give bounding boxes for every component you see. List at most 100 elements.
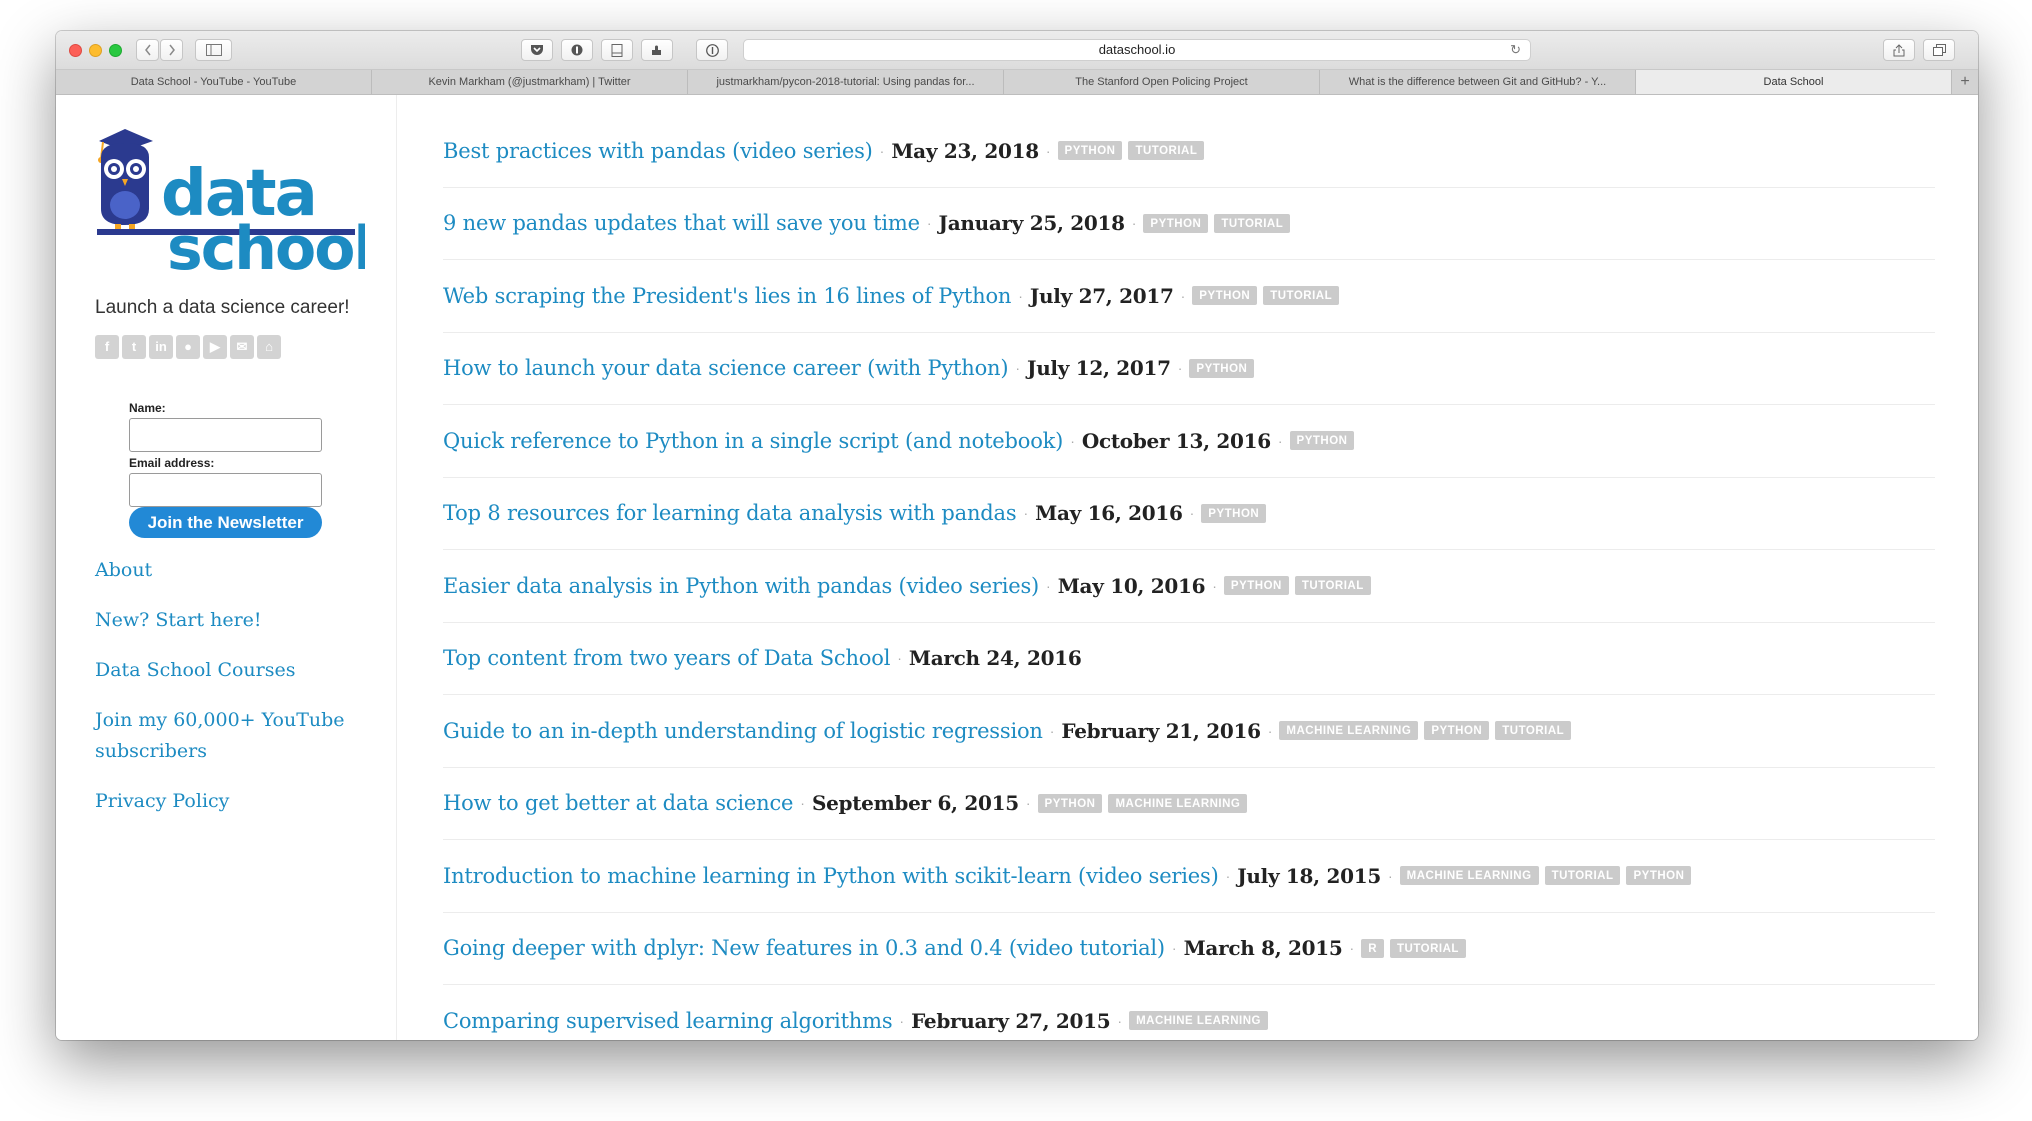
nav-youtube[interactable]: Join my 60,000+ YouTube subscribers — [95, 705, 355, 767]
tab-github[interactable]: justmarkham/pycon-2018-tutorial: Using p… — [688, 70, 1004, 94]
tag-badge[interactable]: PYTHON — [1289, 431, 1355, 451]
owl-logo-icon: data school — [97, 129, 374, 284]
nav-start-here[interactable]: New? Start here! — [95, 605, 355, 636]
post-title-link[interactable]: How to get better at data science — [443, 791, 793, 815]
tag-badge[interactable]: PYTHON — [1057, 141, 1123, 161]
extension-button-2[interactable] — [601, 39, 633, 61]
zoom-window-button[interactable] — [109, 44, 122, 57]
sidebar: data school Launch a data science career… — [56, 95, 397, 1040]
separator-dot: · — [1070, 432, 1075, 449]
post-date: July 27, 2017 — [1029, 283, 1174, 308]
tag-badge[interactable]: TUTORIAL — [1544, 866, 1621, 886]
email-icon[interactable]: ✉ — [230, 335, 254, 359]
rss-icon[interactable]: ⌂ — [257, 335, 281, 359]
facebook-icon[interactable]: f — [95, 335, 119, 359]
post-date: October 13, 2016 — [1081, 428, 1271, 453]
separator-dot: · — [899, 1012, 905, 1029]
data-school-logo[interactable]: data school — [95, 129, 374, 284]
tag-badge[interactable]: TUTORIAL — [1128, 141, 1205, 161]
tag-badge[interactable]: MACHINE LEARNING — [1279, 721, 1419, 741]
post-title-link[interactable]: Introduction to machine learning in Pyth… — [443, 864, 1219, 888]
twitter-icon[interactable]: t — [122, 335, 146, 359]
tag-badge[interactable]: MACHINE LEARNING — [1399, 866, 1539, 886]
name-input[interactable] — [129, 418, 322, 452]
pocket-icon — [531, 45, 543, 55]
extension-circle-icon — [571, 44, 583, 56]
new-tab-button[interactable]: + — [1952, 70, 1978, 94]
tabs-overview-button[interactable] — [1923, 39, 1955, 61]
post-date: May 10, 2016 — [1057, 573, 1206, 598]
logo-text-school: school — [167, 214, 365, 274]
post-tags: MACHINE LEARNING — [1129, 1011, 1268, 1031]
post-title-link[interactable]: Top content from two years of Data Schoo… — [443, 646, 890, 670]
extension-button-3[interactable] — [641, 39, 673, 61]
tag-badge[interactable]: PYTHON — [1201, 503, 1267, 523]
github-icon[interactable]: ● — [176, 335, 200, 359]
tag-badge[interactable]: PYTHON — [1626, 866, 1692, 886]
post-title-link[interactable]: Web scraping the President's lies in 16 … — [443, 284, 1011, 308]
separator-dot: · — [1225, 867, 1231, 884]
post-row: How to launch your data science career (… — [443, 333, 1935, 405]
separator-dot: · — [879, 142, 885, 159]
extension-button-1[interactable] — [561, 39, 593, 61]
post-title-link[interactable]: Quick reference to Python in a single sc… — [443, 429, 1063, 453]
post-title-link[interactable]: 9 new pandas updates that will save you … — [443, 211, 920, 235]
tag-badge[interactable]: MACHINE LEARNING — [1108, 793, 1248, 813]
separator-dot: · — [1049, 722, 1055, 739]
post-tags: PYTHON MACHINE LEARNING — [1037, 793, 1248, 813]
document-icon — [611, 44, 623, 57]
tag-badge[interactable]: PYTHON — [1223, 576, 1289, 596]
post-title-link[interactable]: Top 8 resources for learning data analys… — [443, 501, 1017, 525]
tag-badge[interactable]: TUTORIAL — [1214, 213, 1291, 233]
post-title-link[interactable]: Going deeper with dplyr: New features in… — [443, 936, 1165, 960]
back-button[interactable] — [136, 39, 159, 61]
post-row: Best practices with pandas (video series… — [443, 115, 1935, 188]
info-button[interactable] — [696, 39, 728, 61]
tab-data-school[interactable]: Data School — [1636, 70, 1952, 94]
sidebar-toggle-button[interactable] — [195, 39, 232, 61]
tab-youtube[interactable]: Data School - YouTube - YouTube — [56, 70, 372, 94]
nav-about[interactable]: About — [95, 555, 355, 586]
youtube-icon[interactable]: ▶ — [203, 335, 227, 359]
post-title-link[interactable]: Best practices with pandas (video series… — [443, 139, 873, 163]
separator-dot: · — [1025, 795, 1031, 812]
name-label: Name: — [129, 401, 166, 415]
tag-badge[interactable]: PYTHON — [1189, 358, 1255, 378]
nav-privacy-policy[interactable]: Privacy Policy — [95, 786, 355, 817]
post-tags: MACHINE LEARNING PYTHON TUTORIAL — [1279, 721, 1572, 741]
tag-badge[interactable]: PYTHON — [1037, 793, 1103, 813]
tab-stanford[interactable]: The Stanford Open Policing Project — [1004, 70, 1320, 94]
tag-badge[interactable]: MACHINE LEARNING — [1129, 1011, 1268, 1031]
tag-badge[interactable]: PYTHON — [1143, 213, 1209, 233]
tag-badge[interactable]: TUTORIAL — [1294, 576, 1371, 596]
pocket-button[interactable] — [521, 39, 553, 61]
post-tags: PYTHON — [1189, 358, 1255, 378]
tag-badge[interactable]: TUTORIAL — [1390, 938, 1466, 958]
tag-badge[interactable]: TUTORIAL — [1495, 721, 1572, 741]
share-button[interactable] — [1883, 39, 1915, 61]
tab-twitter[interactable]: Kevin Markham (@justmarkham) | Twitter — [372, 70, 688, 94]
post-title-link[interactable]: How to launch your data science career (… — [443, 356, 1009, 380]
tag-badge[interactable]: TUTORIAL — [1263, 286, 1340, 306]
post-date: July 18, 2015 — [1237, 863, 1381, 888]
tag-badge[interactable]: R — [1361, 938, 1385, 958]
post-tags: PYTHON TUTORIAL — [1143, 213, 1291, 233]
minimize-window-button[interactable] — [89, 44, 102, 57]
linkedin-icon[interactable]: in — [149, 335, 173, 359]
post-title-link[interactable]: Easier data analysis in Python with pand… — [443, 574, 1039, 598]
forward-button[interactable] — [160, 39, 183, 61]
post-title-link[interactable]: Comparing supervised learning algorithms — [443, 1009, 893, 1033]
tabs-icon — [1932, 44, 1946, 56]
tag-badge[interactable]: PYTHON — [1424, 721, 1490, 741]
post-row: Easier data analysis in Python with pand… — [443, 550, 1935, 623]
post-title-link[interactable]: Guide to an in-depth understanding of lo… — [443, 719, 1043, 743]
nav-courses[interactable]: Data School Courses — [95, 655, 355, 686]
tag-badge[interactable]: PYTHON — [1192, 286, 1258, 306]
tab-git-video[interactable]: What is the difference between Git and G… — [1320, 70, 1636, 94]
close-window-button[interactable] — [69, 44, 82, 57]
address-bar[interactable]: dataschool.io ↻ — [743, 39, 1531, 61]
reload-icon[interactable]: ↻ — [1510, 40, 1521, 60]
join-newsletter-button[interactable]: Join the Newsletter — [129, 507, 322, 538]
url-text: dataschool.io — [1098, 42, 1176, 57]
email-input[interactable] — [129, 473, 322, 507]
